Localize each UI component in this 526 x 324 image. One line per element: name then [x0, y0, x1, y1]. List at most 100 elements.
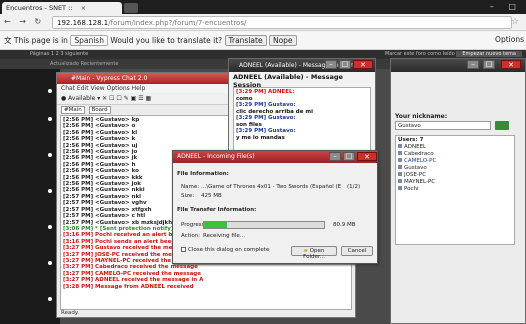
- close-on-complete-option[interactable]: Close this dialog on complete: [181, 247, 269, 253]
- maximize-icon[interactable]: □: [339, 60, 351, 69]
- user-item[interactable]: Pochi: [398, 186, 512, 193]
- bullet-icon: [48, 297, 52, 301]
- file-info-header: File Information:: [177, 171, 229, 177]
- mark-read-link[interactable]: Marcar este foro como leído: [385, 51, 455, 57]
- user-item[interactable]: Gustavo: [398, 165, 512, 172]
- new-topic-button[interactable]: Empezar nuevo tema: [456, 51, 522, 57]
- user-item[interactable]: Cabedraco: [398, 151, 512, 158]
- action-label: Action:: [181, 233, 201, 239]
- nav-buttons[interactable]: ← → ↻: [4, 17, 44, 26]
- translate-options-button[interactable]: Options: [495, 35, 524, 44]
- file-count: (1/2): [347, 184, 361, 190]
- forward-icon[interactable]: →: [19, 17, 29, 26]
- user-name: Gustavo: [404, 165, 427, 171]
- close-on-complete-checkbox[interactable]: [181, 247, 186, 252]
- bullet-icon: [48, 89, 52, 93]
- transfer-info-header: File Transfer Information:: [177, 207, 257, 213]
- minimize-icon[interactable]: –: [467, 60, 479, 69]
- progress-fill: [204, 222, 227, 228]
- user-icon: [398, 144, 402, 148]
- progress-bar: [203, 221, 325, 229]
- open-folder-button[interactable]: ▰ Open Folder...: [291, 246, 337, 260]
- progress-value: 80.9 MB: [333, 222, 356, 228]
- toolbar-icons[interactable]: ▾ ✕ ☐ ☐ ✎ ▣ ☰ ▦: [97, 95, 151, 102]
- close-icon[interactable]: ✕: [353, 60, 373, 69]
- translate-button[interactable]: Translate: [224, 35, 267, 46]
- user-name: Cabedraco: [404, 151, 434, 157]
- language-select[interactable]: Spanish: [70, 35, 108, 46]
- nickname-label: Your nickname:: [395, 113, 448, 120]
- user-name: Pochi: [404, 186, 419, 192]
- file-size-value: 425 MB: [201, 193, 222, 199]
- tab-close-icon[interactable]: ×: [81, 4, 86, 12]
- translate-prefix: This page is in: [13, 36, 68, 45]
- translate-question: Would you like to translate it?: [110, 36, 223, 45]
- bullet-icon: [48, 117, 52, 121]
- bullet-icon: [48, 189, 52, 193]
- file-size-label: Size:: [181, 193, 195, 199]
- minimize-icon[interactable]: –: [325, 60, 337, 69]
- user-name: MAYNEL-PC: [404, 179, 436, 185]
- forum-left-column: [0, 69, 60, 324]
- translate-message: 文 This page is in Spanish Would you like…: [4, 35, 297, 46]
- bullet-icon: [48, 261, 52, 265]
- user-name: ADNEEL: [404, 144, 427, 150]
- message-session-header: ADNEEL (Available) - Message Session: [233, 73, 343, 89]
- user-icon: [398, 158, 402, 162]
- status-select[interactable]: Available: [68, 95, 95, 102]
- user-name: JOSE-PC: [404, 172, 427, 178]
- close-icon[interactable]: ✕: [501, 60, 521, 69]
- url-host: 192.168.128.1: [57, 19, 109, 27]
- message-line: y me lo mandas: [236, 134, 285, 141]
- status-icon: ●: [61, 95, 67, 102]
- user-icon: [398, 186, 402, 190]
- address-bar: ← → ↻ 192.168.128.1/forum/index.php?/for…: [0, 14, 526, 31]
- new-tab-button[interactable]: [124, 3, 138, 13]
- maximize-icon[interactable]: □: [343, 152, 355, 161]
- file-name-label: Name:: [181, 184, 200, 190]
- nope-button[interactable]: Nope: [268, 35, 297, 46]
- back-icon[interactable]: ←: [4, 17, 14, 26]
- action-value: Receiving file...: [203, 233, 246, 239]
- url-path: /forum/index.php?/forum/7-encuentros/: [108, 19, 247, 27]
- close-on-complete-label: Close this dialog on complete: [188, 247, 270, 253]
- tab-title: Encuentros - SNET ::: [6, 4, 73, 12]
- translate-icon: 文: [4, 36, 12, 45]
- user-item[interactable]: MAYNEL-PC: [398, 179, 512, 186]
- cancel-button[interactable]: Cancel: [341, 246, 373, 256]
- incoming-files-dialog: ADNEEL - Incoming File(s) – □ ✕ File Inf…: [172, 150, 378, 264]
- browser-tab[interactable]: Encuentros - SNET :: ×: [2, 2, 122, 14]
- status-bar: Ready.: [61, 310, 80, 316]
- user-icon: [398, 179, 402, 183]
- user-item[interactable]: CAMELO-PC: [398, 158, 512, 165]
- bullet-icon: [48, 153, 52, 157]
- bookmark-star-icon[interactable]: ☆: [511, 17, 519, 27]
- tab-main[interactable]: #Main: [61, 106, 85, 114]
- user-name: CAMELO-PC: [404, 158, 437, 164]
- nickname-input[interactable]: Gustavo: [395, 121, 491, 130]
- user-list[interactable]: Users: 7 ADNEEL Cabedraco CAMELO-PC Gustavo…: [395, 135, 515, 245]
- user-list-window: – □ ✕ Your nickname: Gustavo Users: 7 AD…: [390, 58, 526, 324]
- minimize-icon[interactable]: –: [329, 152, 341, 161]
- url-input[interactable]: 192.168.128.1/forum/index.php?/forum/7-e…: [52, 16, 512, 29]
- user-icon: [398, 172, 402, 176]
- nickname-apply-button[interactable]: [495, 121, 509, 130]
- users-header: Users: 7: [398, 137, 424, 143]
- pages-label: Páginas: [30, 51, 50, 57]
- forum-actions: Marcar este foro como leído Empezar nuev…: [385, 51, 522, 57]
- close-icon[interactable]: ✕: [357, 152, 377, 161]
- user-item[interactable]: JOSE-PC: [398, 172, 512, 179]
- bullet-icon: [48, 225, 52, 229]
- user-icon: [398, 165, 402, 169]
- reload-icon[interactable]: ↻: [35, 17, 45, 26]
- window-controls[interactable]: – □: [490, 2, 522, 11]
- browser-tab-bar: Encuentros - SNET :: × – □: [0, 0, 526, 14]
- pagination-links[interactable]: 1 2 3 siguiente: [51, 51, 88, 57]
- chat-line: [3:28 PM] Message from ADNEEL received: [63, 283, 194, 290]
- tab-board[interactable]: Board: [88, 106, 111, 114]
- user-icon: [398, 151, 402, 155]
- maximize-icon[interactable]: □: [483, 60, 495, 69]
- user-item[interactable]: ADNEEL: [398, 144, 512, 151]
- translate-bar: 文 This page is in Spanish Would you like…: [0, 31, 526, 50]
- file-name-value: ...\Game of Thrones 4x01 - Two Swords (E…: [201, 184, 341, 190]
